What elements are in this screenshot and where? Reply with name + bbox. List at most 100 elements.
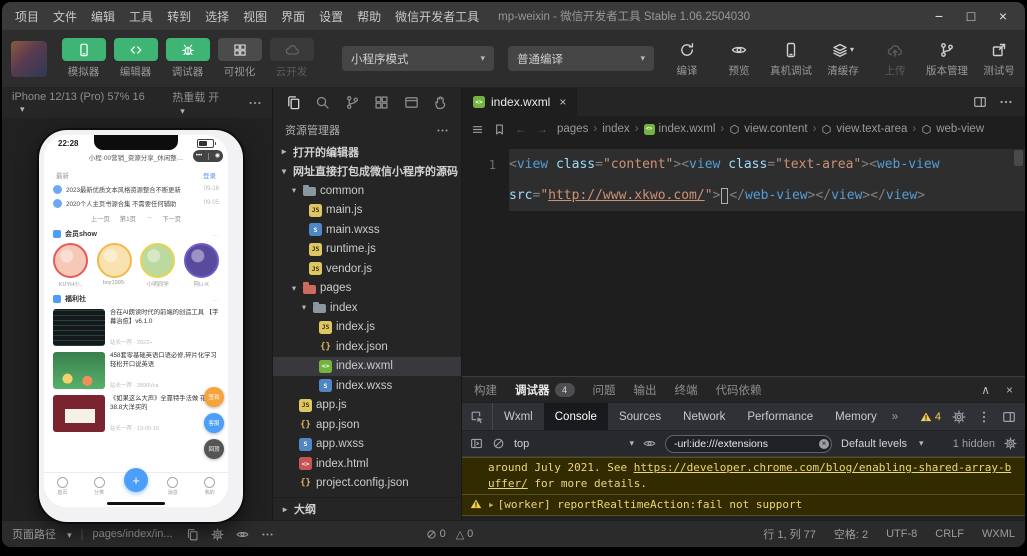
- phone-tab-right[interactable]: 登录: [203, 170, 216, 180]
- tree-item-project.config.json[interactable]: {} project.config.json: [273, 474, 461, 494]
- breadcrumb-item-web-view[interactable]: web-view: [921, 123, 984, 135]
- menu-item-2[interactable]: 编辑: [84, 8, 122, 25]
- member-item[interactable]: KUYH小..: [53, 243, 89, 288]
- log-levels-select[interactable]: Default levels ▾: [841, 438, 924, 450]
- problems-summary[interactable]: 0 △ 0: [426, 528, 473, 541]
- device-select[interactable]: iPhone 12/13 (Pro) 57% 16 ▾: [12, 91, 158, 115]
- close-panel-icon[interactable]: ×: [1006, 383, 1013, 397]
- code-line[interactable]: 1 < view class = "content" >< view class = "text…: [462, 149, 1025, 180]
- expander-icon[interactable]: ▸: [488, 498, 495, 511]
- code-line[interactable]: src = " http://www.xkwo.com/" > </web-view ></…: [462, 180, 1025, 211]
- prev-page-link[interactable]: 上一页: [91, 214, 110, 223]
- mode-select[interactable]: 小程序模式 ▾: [342, 46, 494, 71]
- section-more-button[interactable]: …: [212, 296, 219, 303]
- code-editor[interactable]: 1 < view class = "content" >< view class = "text…: [462, 142, 1025, 376]
- current-page-path[interactable]: pages/index/in...: [92, 528, 172, 540]
- activity-files-button[interactable]: [286, 94, 301, 112]
- tree-item-index.json[interactable]: {} index.json: [273, 337, 461, 357]
- devtools-tab-Console[interactable]: Console: [543, 403, 608, 430]
- page-path-select[interactable]: 页面路径 ▾: [12, 526, 72, 542]
- tabbar-item-分类[interactable]: 分类: [87, 477, 111, 496]
- action-button-真机调试[interactable]: 真机调试: [768, 40, 814, 78]
- compile-select[interactable]: 普通编译 ▾: [508, 46, 654, 71]
- mode-button-可视化[interactable]: 可视化: [215, 38, 264, 79]
- tree-section-打开的编辑器[interactable]: ▸ 打开的编辑器: [273, 142, 461, 162]
- devtools-tab-Memory[interactable]: Memory: [824, 403, 888, 430]
- maximize-button[interactable]: □: [955, 2, 987, 30]
- action-button-编译[interactable]: 编译: [664, 40, 710, 78]
- menu-item-10[interactable]: 微信开发者工具: [388, 8, 486, 25]
- user-avatar[interactable]: [11, 40, 47, 77]
- console-sidebar-icon[interactable]: [470, 437, 483, 450]
- tree-item-index.html[interactable]: <> index.html: [273, 454, 461, 474]
- mode-button-编辑器[interactable]: 编辑器: [111, 38, 160, 79]
- panel-tab-构建[interactable]: 构建: [474, 382, 497, 398]
- feed-item[interactable]: 458套零基础英语口语必修,碎片化学习轻松开口说英语 站长一荐 · 2890Vca: [44, 349, 228, 392]
- action-button-预览[interactable]: 预览: [716, 40, 762, 78]
- menu-item-0[interactable]: 项目: [8, 8, 46, 25]
- tab-close-icon[interactable]: ×: [559, 95, 566, 109]
- menu-item-4[interactable]: 转到: [160, 8, 198, 25]
- menu-item-7[interactable]: 界面: [274, 8, 312, 25]
- member-item[interactable]: boy1995·: [96, 243, 133, 288]
- activity-window-button[interactable]: [404, 94, 419, 112]
- feed-item[interactable]: 《如果这么大声》全靠特手法做 花了38.8大洋买的 站长一荐 · 13-09-16: [44, 392, 228, 435]
- tree-item-main.js[interactable]: JS main.js: [273, 201, 461, 221]
- forward-icon[interactable]: →: [536, 122, 548, 136]
- kebab-menu-icon[interactable]: [977, 410, 991, 424]
- hidden-messages-count[interactable]: 1 hidden: [953, 438, 995, 450]
- member-item[interactable]: 小明同学: [140, 243, 176, 288]
- encoding[interactable]: UTF-8: [886, 528, 917, 540]
- compile-page-icon[interactable]: [211, 528, 224, 541]
- panel-tab-代码依赖[interactable]: 代码依赖: [716, 382, 762, 398]
- next-page-link[interactable]: 下一页: [162, 214, 181, 223]
- cursor-position[interactable]: 行 1, 列 77: [763, 526, 816, 542]
- breadcrumb-item-index[interactable]: index: [602, 123, 630, 135]
- tabbar-add-button[interactable]: +: [123, 468, 148, 492]
- tab-index-wxml[interactable]: <> index.wxml ×: [462, 88, 578, 116]
- capsule-more-icon[interactable]: •••: [196, 153, 202, 159]
- action-button-测试号[interactable]: 测试号: [976, 40, 1022, 78]
- panel-tab-问题[interactable]: 问题: [593, 382, 616, 398]
- back-icon[interactable]: ←: [515, 122, 527, 136]
- menu-item-1[interactable]: 文件: [46, 8, 84, 25]
- inspect-element-button[interactable]: [462, 403, 493, 430]
- collapse-panel-icon[interactable]: ∧: [981, 383, 990, 397]
- phone-tab-left[interactable]: 最新: [56, 170, 69, 180]
- devtools-tab-Sources[interactable]: Sources: [608, 403, 672, 430]
- bookmark-icon[interactable]: [493, 123, 506, 136]
- tabbar-item-我的[interactable]: 我的: [198, 477, 222, 496]
- console-message[interactable]: ▸ [worker] reportRealtimeAction:fail not …: [462, 494, 1025, 516]
- tree-item-runtime.js[interactable]: JS runtime.js: [273, 240, 461, 260]
- outline-list-icon[interactable]: [471, 123, 484, 136]
- hot-reload-toggle[interactable]: 热重载 开 ▾: [172, 89, 234, 117]
- tree-item-app.json[interactable]: {} app.json: [273, 415, 461, 435]
- fab-回顶[interactable]: 回顶: [204, 439, 224, 459]
- menu-item-9[interactable]: 帮助: [350, 8, 388, 25]
- clear-console-icon[interactable]: [492, 437, 505, 450]
- miniapp-capsule[interactable]: ••• ◉: [193, 150, 223, 162]
- breadcrumb-item-view.text-area[interactable]: view.text-area: [821, 123, 907, 135]
- menu-item-3[interactable]: 工具: [122, 8, 160, 25]
- close-button[interactable]: ×: [987, 2, 1019, 30]
- explorer-more-button[interactable]: [436, 124, 449, 137]
- member-item[interactable]: 阿Li·K: [183, 243, 220, 288]
- eol-sequence[interactable]: CRLF: [935, 528, 964, 540]
- devtools-tab-Performance[interactable]: Performance: [736, 403, 824, 430]
- context-select[interactable]: top ▾: [514, 438, 634, 450]
- tree-item-index[interactable]: ▾ index: [273, 298, 461, 318]
- editor-scrollbar[interactable]: [1014, 150, 1023, 166]
- warning-counter[interactable]: 4: [920, 411, 941, 423]
- language-mode[interactable]: WXML: [982, 528, 1015, 540]
- feed-item[interactable]: 合在AI朗读时代的前端的创造工具 【字幕治愈】v6.1.0 站长一荐 · 2022…: [44, 306, 228, 349]
- tabbar-item-消息[interactable]: 消息: [161, 477, 185, 496]
- tree-item-common[interactable]: ▾ common: [273, 181, 461, 201]
- mode-button-模拟器[interactable]: 模拟器: [59, 38, 108, 79]
- phone-screen[interactable]: 22:28 小程·00营销_资源分享_休闲整… ••• ◉ 最新 登录 2023…: [44, 135, 228, 507]
- minimize-button[interactable]: −: [923, 2, 955, 30]
- simulator-more-button[interactable]: [248, 96, 262, 110]
- tree-item-index.wxml[interactable]: <> index.wxml: [273, 356, 461, 376]
- panel-tab-调试器[interactable]: 调试器 4: [515, 382, 575, 398]
- breadcrumb-item-view.content[interactable]: view.content: [729, 123, 808, 135]
- tree-item-app.wxss[interactable]: Sapp.wxss: [273, 435, 461, 455]
